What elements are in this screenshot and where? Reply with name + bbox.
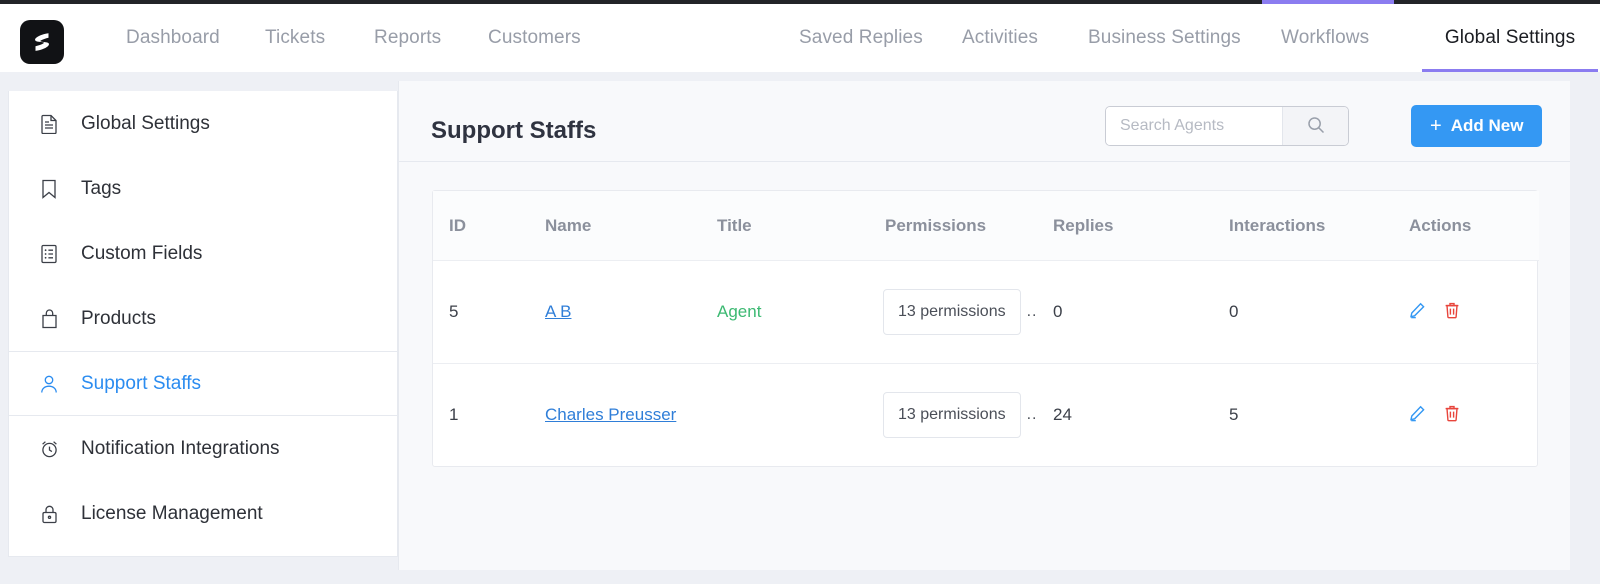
cell-actions: [1409, 261, 1539, 364]
page-title: Support Staffs: [431, 117, 596, 145]
nav-item-saved-replies[interactable]: Saved Replies: [799, 4, 923, 72]
shopping-bag-icon: [39, 308, 59, 330]
list-document-icon: [39, 243, 59, 265]
nav-item-reports[interactable]: Reports: [374, 4, 441, 72]
sidebar-item-tags[interactable]: Tags: [9, 156, 397, 221]
add-new-label: Add New: [1451, 116, 1524, 136]
cell-name: Charles Preusser: [545, 364, 717, 467]
sidebar-label: Custom Fields: [81, 243, 202, 265]
nav-item-business-settings[interactable]: Business Settings: [1088, 4, 1241, 72]
permissions-badge[interactable]: 13 permissions: [883, 392, 1021, 438]
alarm-clock-icon: [39, 438, 59, 460]
sidebar-label: Global Settings: [81, 113, 210, 135]
flux-logo-icon: [29, 29, 55, 55]
staff-name-link[interactable]: Charles Preusser: [545, 405, 676, 424]
cell-id: 1: [433, 364, 545, 467]
edit-row-button[interactable]: [1409, 405, 1426, 425]
support-staffs-table: ID Name Title Permissions Replies Intera…: [433, 191, 1539, 466]
support-staffs-table-card: ID Name Title Permissions Replies Intera…: [432, 190, 1538, 467]
cell-replies: 24: [1053, 364, 1229, 467]
cell-replies: 0: [1053, 261, 1229, 364]
sidebar-item-license-management[interactable]: License Management: [9, 481, 397, 546]
column-header-id: ID: [433, 191, 545, 261]
column-header-actions: Actions: [1409, 191, 1539, 261]
cell-interactions: 5: [1229, 364, 1409, 467]
add-new-button[interactable]: + Add New: [1411, 105, 1542, 147]
document-icon: [39, 113, 59, 135]
sidebar-item-global-settings[interactable]: Global Settings: [9, 91, 397, 156]
progress-bar-fill: [1262, 0, 1394, 4]
permissions-badge[interactable]: 13 permissions: [883, 289, 1021, 335]
cell-title: [717, 364, 885, 467]
nav-item-activities[interactable]: Activities: [962, 4, 1038, 72]
main-panel: Support Staffs + Add New: [398, 81, 1570, 570]
sidebar-item-notification-integrations[interactable]: Notification Integrations: [9, 416, 397, 481]
delete-row-button[interactable]: [1444, 302, 1460, 322]
user-icon: [39, 373, 59, 395]
permissions-more-text: ..: [1027, 406, 1038, 424]
cell-permissions: 13 permissions ..: [885, 261, 1053, 364]
staff-name-link[interactable]: A B: [545, 302, 571, 321]
sidebar-label: Support Staffs: [81, 373, 201, 395]
cell-interactions: 0: [1229, 261, 1409, 364]
cell-permissions: 13 permissions ..: [885, 364, 1053, 467]
cell-actions: [1409, 364, 1539, 467]
panel-header: Support Staffs + Add New: [399, 81, 1570, 162]
app-header: Dashboard Tickets Reports Customers Save…: [0, 4, 1600, 72]
sidebar-label: License Management: [81, 503, 263, 525]
settings-sidebar: Global Settings Tags Custom Fields: [8, 91, 398, 557]
column-header-permissions: Permissions: [885, 191, 1053, 261]
nav-item-workflows[interactable]: Workflows: [1281, 4, 1369, 72]
brand-logo[interactable]: [20, 20, 64, 64]
cell-name: A B: [545, 261, 717, 364]
table-header-row: ID Name Title Permissions Replies Intera…: [433, 191, 1539, 261]
cell-id: 5: [433, 261, 545, 364]
permissions-more-text: ..: [1027, 303, 1038, 321]
search-button[interactable]: [1282, 107, 1348, 145]
column-header-name: Name: [545, 191, 717, 261]
plus-icon: +: [1430, 116, 1442, 136]
nav-item-global-settings[interactable]: Global Settings: [1422, 4, 1598, 72]
trash-icon: [1444, 405, 1460, 425]
pencil-icon: [1409, 302, 1426, 322]
nav-item-tickets[interactable]: Tickets: [265, 4, 325, 72]
bookmark-icon: [39, 178, 59, 200]
app-window: Dashboard Tickets Reports Customers Save…: [0, 0, 1600, 584]
nav-item-dashboard[interactable]: Dashboard: [126, 4, 220, 72]
table-row: 1 Charles Preusser 13 permissions .. 24: [433, 364, 1539, 467]
sidebar-item-support-staffs[interactable]: Support Staffs: [9, 351, 397, 416]
sidebar-label: Products: [81, 308, 156, 330]
column-header-interactions: Interactions: [1229, 191, 1409, 261]
search-agents-box: [1105, 106, 1349, 146]
table-body: 5 A B Agent 13 permissions .. 0 0: [433, 261, 1539, 467]
table-row: 5 A B Agent 13 permissions .. 0 0: [433, 261, 1539, 364]
pencil-icon: [1409, 405, 1426, 425]
column-header-replies: Replies: [1053, 191, 1229, 261]
trash-icon: [1444, 302, 1460, 322]
search-icon: [1307, 116, 1325, 137]
table-head: ID Name Title Permissions Replies Intera…: [433, 191, 1539, 261]
lock-icon: [39, 503, 59, 525]
sidebar-item-custom-fields[interactable]: Custom Fields: [9, 221, 397, 286]
search-input[interactable]: [1106, 107, 1282, 145]
sidebar-item-products[interactable]: Products: [9, 286, 397, 351]
sidebar-label: Notification Integrations: [81, 438, 280, 460]
edit-row-button[interactable]: [1409, 302, 1426, 322]
cell-title: Agent: [717, 261, 885, 364]
sidebar-label: Tags: [81, 178, 121, 200]
column-header-title: Title: [717, 191, 885, 261]
nav-item-customers[interactable]: Customers: [488, 4, 581, 72]
delete-row-button[interactable]: [1444, 405, 1460, 425]
top-progress-strip: [0, 0, 1600, 4]
